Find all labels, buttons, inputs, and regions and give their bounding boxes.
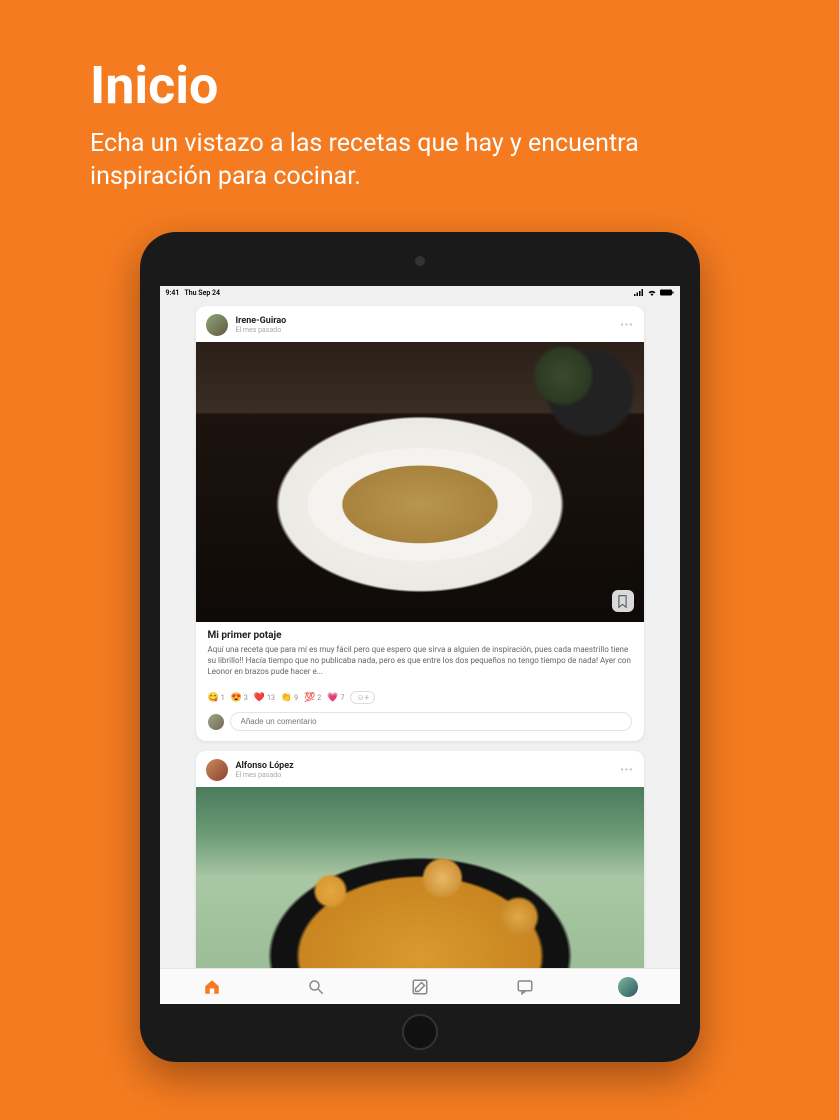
reaction-emoji: 😋 [208,693,219,703]
ipad-screen: 9:41 Thu Sep 24 [160,286,680,1004]
post-timestamp: El mes pasado [236,326,621,334]
recipe-title[interactable]: Mi primer potaje [208,630,632,641]
post-timestamp: El mes pasado [236,771,621,779]
reaction-item[interactable]: 😋1 [208,693,225,703]
reactions-bar: 😋1 😍3 ❤️13 👏9 💯2 💗7 ☺+ [196,687,644,712]
post-card[interactable]: Irene-Guirao El mes pasado ••• Mi primer… [196,306,644,741]
bookmark-icon [617,595,628,608]
avatar[interactable] [206,314,228,336]
reaction-item[interactable]: 😍3 [231,693,248,703]
status-date: Thu Sep 24 [184,289,220,297]
comment-row [196,712,644,741]
tab-bar [160,968,680,1004]
tab-compose[interactable] [409,976,431,998]
post-header: Irene-Guirao El mes pasado ••• [196,306,644,342]
reaction-count: 3 [244,694,248,702]
post-header: Alfonso López El mes pasado ••• [196,751,644,787]
reaction-emoji: 😍 [231,693,242,703]
reaction-emoji: 💯 [304,693,315,703]
reaction-item[interactable]: ❤️13 [254,693,275,703]
status-bar-left: 9:41 Thu Sep 24 [166,289,221,297]
post-author[interactable]: Irene-Guirao [236,316,621,326]
ipad-camera [415,256,425,266]
post-card[interactable]: Alfonso López El mes pasado ••• [196,751,644,968]
reaction-count: 13 [267,694,275,702]
reaction-emoji: ❤️ [254,693,265,703]
reaction-count: 9 [294,694,298,702]
tab-search[interactable] [305,976,327,998]
tab-activity[interactable] [514,976,536,998]
reaction-emoji: 💗 [327,693,338,703]
post-image[interactable] [196,787,644,968]
post-author[interactable]: Alfonso López [236,761,621,771]
wifi-icon [647,289,657,298]
reaction-count: 7 [340,694,344,702]
compose-icon [411,978,429,996]
reaction-count: 1 [221,694,225,702]
comment-input[interactable] [230,712,632,731]
reaction-emoji: 👏 [281,693,292,703]
promo-title: Inicio [90,55,218,116]
status-bar: 9:41 Thu Sep 24 [160,286,680,300]
more-options-button[interactable]: ••• [620,765,633,776]
search-icon [307,978,325,996]
promo-subtitle: Echa un vistazo a las recetas que hay y … [90,128,749,193]
post-body: Mi primer potaje Aquí una receta que par… [196,622,644,687]
chat-icon [516,978,534,996]
reaction-item[interactable]: 💯2 [304,693,321,703]
comment-avatar[interactable] [208,714,224,730]
feed-scroll[interactable]: Irene-Guirao El mes pasado ••• Mi primer… [160,300,680,968]
recipe-description: Aquí una receta que para mí es muy fácil… [208,645,632,677]
home-icon [203,978,221,996]
ipad-home-button[interactable] [402,1014,438,1050]
status-time: 9:41 [166,289,180,297]
more-options-button[interactable]: ••• [620,320,633,331]
signal-icon [634,289,644,298]
bookmark-button[interactable] [612,590,634,612]
add-reaction-button[interactable]: ☺+ [350,691,375,704]
status-bar-right [634,289,674,298]
tab-home[interactable] [201,976,223,998]
tab-profile[interactable] [618,977,638,997]
ipad-device-frame: 9:41 Thu Sep 24 [140,232,700,1062]
reaction-item[interactable]: 👏9 [281,693,298,703]
reaction-item[interactable]: 💗7 [327,693,344,703]
reaction-count: 2 [317,694,321,702]
avatar[interactable] [206,759,228,781]
battery-icon [660,289,674,298]
post-image[interactable] [196,342,644,622]
